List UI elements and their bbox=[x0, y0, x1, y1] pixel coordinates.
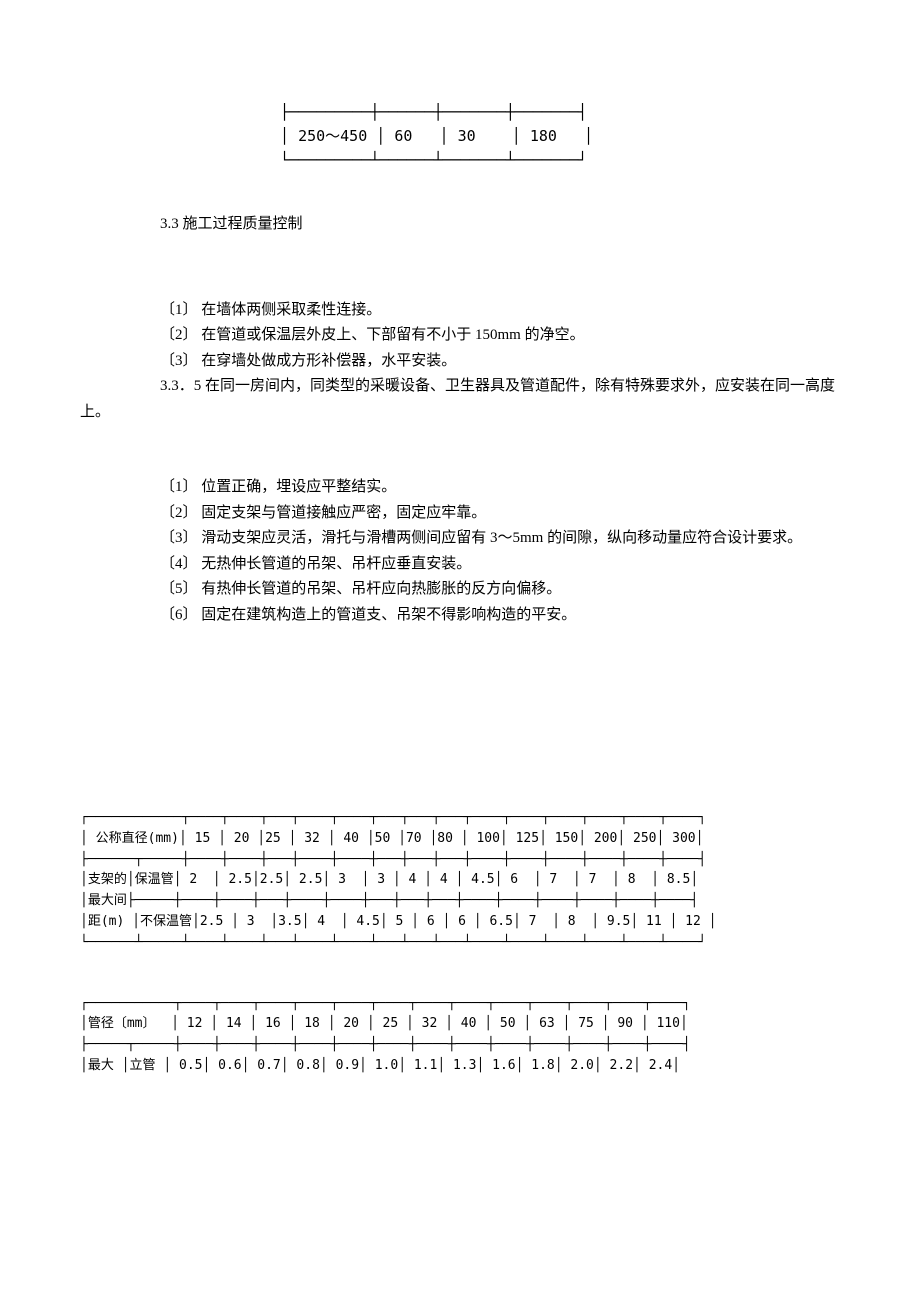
list2-item3: 〔3〕 滑动支架应灵活，滑托与滑槽两侧间应留有 3～5mm 的间隙，纵向移动量应… bbox=[80, 526, 840, 552]
t2-hlabel: 公称直径(mm) bbox=[96, 831, 179, 846]
list2-item4: 〔4〕 无热伸长管道的吊架、吊杆应垂直安装。 bbox=[160, 552, 840, 578]
list2-item6: 〔6〕 固定在建筑构造上的管道支、吊架不得影响构造的平安。 bbox=[160, 603, 840, 629]
text-block-1: 〔1〕 在墙体两侧采取柔性连接。 〔2〕 在管道或保温层外皮上、下部留有不小于 … bbox=[80, 298, 840, 426]
list2-item1: 〔1〕 位置正确，埋设应平整结实。 bbox=[160, 475, 840, 501]
list1-item1: 〔1〕 在墙体两侧采取柔性连接。 bbox=[160, 298, 840, 324]
table-2: ┌────────────┬────┬────┬───┬────┬────┬──… bbox=[80, 808, 840, 954]
table-small: ├─────────┼──────┼───────┼───────┤ │ 250… bbox=[280, 100, 840, 172]
t1-c1: 250～450 bbox=[298, 127, 367, 145]
t1-c2: 60 bbox=[394, 127, 412, 145]
section-heading: 3.3 施工过程质量控制 bbox=[160, 212, 840, 238]
table-3: ┌───────────┬────┬────┬────┬────┬────┬──… bbox=[80, 994, 840, 1077]
list2-item2: 〔2〕 固定支架与管道接触应严密，固定应牢靠。 bbox=[160, 501, 840, 527]
list1-note: 3.3．5 在同一房间内，同类型的采暖设备、卫生器具及管道配件，除有特殊要求外，… bbox=[80, 374, 840, 425]
list1-item2: 〔2〕 在管道或保温层外皮上、下部留有不小于 150mm 的净空。 bbox=[160, 323, 840, 349]
t1-c4: 180 bbox=[530, 127, 557, 145]
t3-hlabel: 管径〔mm〕 bbox=[88, 1016, 156, 1031]
list2-item5: 〔5〕 有热伸长管道的吊架、吊杆应向热膨胀的反方向偏移。 bbox=[160, 577, 840, 603]
t1-c3: 30 bbox=[458, 127, 476, 145]
list1-item3: 〔3〕 在穿墙处做成方形补偿器，水平安装。 bbox=[160, 349, 840, 375]
text-block-2: 〔1〕 位置正确，埋设应平整结实。 〔2〕 固定支架与管道接触应严密，固定应牢靠… bbox=[80, 475, 840, 628]
